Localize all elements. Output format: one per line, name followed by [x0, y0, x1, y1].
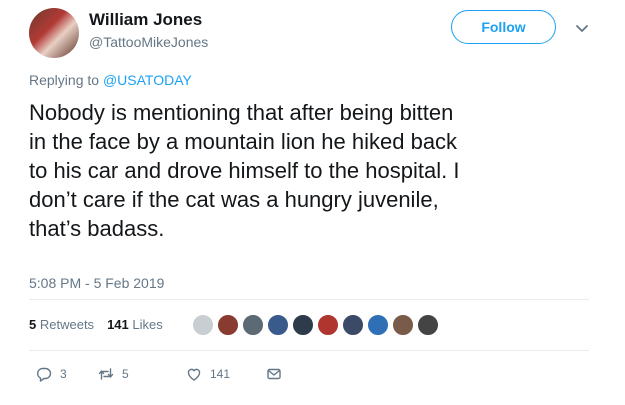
retweet-icon	[98, 368, 114, 380]
liker-avatars	[192, 314, 439, 336]
liker-avatar[interactable]	[292, 314, 314, 336]
likes-stat[interactable]: 141 Likes	[107, 316, 163, 334]
replying-to-prefix: Replying to	[29, 72, 103, 88]
retweet-button[interactable]: 5	[98, 366, 186, 382]
liker-avatar[interactable]	[417, 314, 439, 336]
liker-avatar[interactable]	[342, 314, 364, 336]
action-bar: 3 5 141	[36, 364, 282, 384]
envelope-icon	[267, 368, 281, 380]
reply-count: 3	[60, 367, 67, 381]
reply-icon	[37, 367, 52, 382]
retweets-label: Retweets	[39, 317, 95, 332]
display-name[interactable]: William Jones	[89, 10, 202, 30]
retweets-stat[interactable]: 5 Retweets	[29, 316, 94, 334]
retweets-count: 5	[29, 317, 37, 332]
divider	[29, 350, 589, 351]
liker-avatar[interactable]	[217, 314, 239, 336]
liker-avatar[interactable]	[367, 314, 389, 336]
replying-to: Replying to @USATODAY	[29, 71, 192, 89]
likes-count: 141	[107, 317, 129, 332]
liker-avatar[interactable]	[192, 314, 214, 336]
heart-icon	[187, 368, 201, 381]
tweet-card: William Jones @TattooMikeJones Follow Re…	[0, 0, 625, 405]
like-count: 141	[210, 367, 231, 381]
like-button[interactable]: 141	[186, 366, 266, 382]
direct-message-button[interactable]	[266, 366, 282, 382]
divider	[29, 299, 589, 300]
liker-avatar[interactable]	[242, 314, 264, 336]
tweet-timestamp[interactable]: 5:08 PM - 5 Feb 2019	[29, 274, 164, 292]
reply-button[interactable]: 3	[36, 366, 98, 382]
user-handle[interactable]: @TattooMikeJones	[89, 33, 208, 51]
chevron-down-icon[interactable]	[574, 20, 590, 36]
follow-button[interactable]: Follow	[451, 10, 556, 44]
liker-avatar[interactable]	[392, 314, 414, 336]
tweet-text: Nobody is mentioning that after being bi…	[29, 100, 460, 241]
engagement-stats: 5 Retweets 141 Likes	[29, 316, 163, 334]
avatar[interactable]	[29, 8, 79, 58]
liker-avatar[interactable]	[317, 314, 339, 336]
retweet-count: 5	[122, 367, 129, 381]
likes-label: Likes	[132, 317, 163, 332]
replying-to-mention[interactable]: @USATODAY	[103, 72, 192, 88]
liker-avatar[interactable]	[267, 314, 289, 336]
